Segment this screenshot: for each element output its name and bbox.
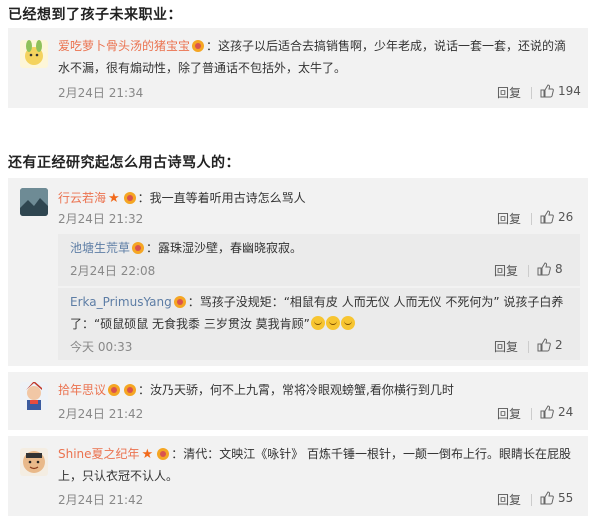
star-badge-icon: ★ [108,191,120,206]
like-count: 55 [558,491,574,505]
comment-card: Shine夏之纪年 ★ ：清代：文映江《咏针》 百炼千锤一根针，一颠一倒布上行。眼睛… [8,436,588,516]
reply-button[interactable]: 回复 [494,338,518,355]
avatar[interactable] [20,188,48,216]
like-button[interactable]: 26 [540,210,573,224]
star-badge-icon: ★ [141,447,154,462]
reply-button[interactable]: 回复 [497,491,521,508]
smile-emoji-icon [310,316,325,330]
comment-card: 爱吃萝卜骨头汤的猪宝宝 ：这孩子以后适合去搞销售啊，少年老成，说话一套一套，还说的… [8,28,588,108]
divider [528,341,529,353]
timestamp: 2月24日 22:08 [70,264,156,278]
vip-badge-icon [157,448,170,460]
comment-text: ：这孩子以后适合去搞销售啊，少年老成，说话一套一套，还说的滴 [206,39,567,53]
divider [531,87,532,99]
reply-text: ：露珠湿沙壁，春幽晓寂寂。 [146,241,303,255]
reply-button[interactable]: 回复 [497,210,521,227]
thumbs-up-icon [540,491,554,505]
like-count: 8 [555,262,563,276]
smile-emoji-icon [340,316,355,330]
section-heading-poetry: 还有正经研究起怎么用古诗骂人的： [8,155,240,171]
avatar[interactable] [20,448,48,476]
reply-button[interactable]: 回复 [497,405,521,422]
timestamp: 2月24日 21:42 [58,407,144,421]
divider [528,265,529,277]
like-count: 26 [558,210,574,224]
divider [531,494,532,506]
divider [531,213,532,225]
divider [531,408,532,420]
comment-card: 拾年思议 ：汝乃天骄，何不上九霄，常将冷眼观螃蟹,看你横行到几时 2月24日 21… [8,372,588,430]
timestamp: 今天 00:33 [70,340,133,354]
smile-emoji-icon [325,316,340,330]
like-count: 194 [558,84,581,98]
vip-badge-icon [132,242,145,254]
thumbs-up-icon [537,262,551,276]
reply-button[interactable]: 回复 [494,262,518,279]
like-button[interactable]: 55 [540,491,573,505]
username-link[interactable]: 行云若海 [58,191,106,205]
comment-text: ：我一直等着听用古诗怎么骂人 [137,191,306,205]
username-link[interactable]: 拾年思议 [58,383,106,397]
vip-badge-icon [123,192,136,204]
thumbs-up-icon [540,84,554,98]
vip-badge-icon [192,40,205,52]
vip-badge-icon [173,296,186,308]
comment-line: Shine夏之纪年 ★ ：清代：文映江《咏针》 百炼千锤一根针，一颠一倒布上行。眼睛… [58,444,571,465]
reply-text: 了：“硕鼠硕鼠 无食我黍 三岁贯汝 莫我肯顾” [70,317,310,331]
comment-text: ：汝乃天骄，何不上九霄，常将冷眼观螃蟹,看你横行到几时 [138,383,454,397]
like-count: 24 [558,405,574,419]
username-link[interactable]: 爱吃萝卜骨头汤的猪宝宝 [58,39,190,53]
reply-line: 了：“硕鼠硕鼠 无食我黍 三岁贯汝 莫我肯顾” [70,314,355,334]
like-button[interactable]: 194 [540,84,581,98]
reply-card: 池塘生荒草 ：露珠湿沙壁，春幽晓寂寂。 2月24日 22:08 回复 8 [58,234,580,286]
comment-text: ：清代：文映江《咏针》 百炼千锤一根针，一颠一倒布上行。眼睛长在屁股 [171,447,572,461]
avatar[interactable] [20,382,48,410]
like-button[interactable]: 24 [540,405,573,419]
vip-badge-icon [124,384,137,396]
reply-text: ：骂孩子没规矩：“相鼠有皮 人而无仪 人而无仪 不死何为” 说孩子白养 [187,295,564,309]
like-count: 2 [555,338,563,352]
timestamp: 2月24日 21:32 [58,212,144,226]
avatar[interactable] [20,40,48,68]
like-button[interactable]: 2 [537,338,563,352]
vip-badge-icon [108,384,121,396]
section-heading-career: 已经想到了孩子未来职业： [8,7,182,23]
username-link[interactable]: 池塘生荒草 [70,241,130,255]
comment-line: 行云若海 ★ ：我一直等着听用古诗怎么骂人 [58,188,306,209]
reply-button[interactable]: 回复 [497,84,521,101]
reply-line: Erka_PrimusYang ：骂孩子没规矩：“相鼠有皮 人而无仪 人而无仪 不… [70,292,563,312]
like-button[interactable]: 8 [537,262,563,276]
reply-line: 池塘生荒草 ：露珠湿沙壁，春幽晓寂寂。 [70,238,302,258]
reply-card: Erka_PrimusYang ：骂孩子没规矩：“相鼠有皮 人而无仪 人而无仪 不… [58,288,580,360]
thumbs-up-icon [537,338,551,352]
comment-text: 上，只认衣冠不认人。 [58,469,179,483]
username-link[interactable]: Erka_PrimusYang [70,295,172,309]
comment-line: 爱吃萝卜骨头汤的猪宝宝 ：这孩子以后适合去搞销售啊，少年老成，说话一套一套，还说的… [58,36,566,56]
timestamp: 2月24日 21:34 [58,86,144,100]
thumbs-up-icon [540,210,554,224]
comment-card: 行云若海 ★ ：我一直等着听用古诗怎么骂人 2月24日 21:32 回复 26 池塘… [8,178,588,366]
username-link[interactable]: Shine夏之纪年 [58,447,140,461]
comment-text: 水不漏，很有煽动性，除了普通话不包括外，太牛了。 [58,61,347,75]
comment-line: 拾年思议 ：汝乃天骄，何不上九霄，常将冷眼观螃蟹,看你横行到几时 [58,380,454,400]
timestamp: 2月24日 21:42 [58,493,144,507]
thumbs-up-icon [540,405,554,419]
